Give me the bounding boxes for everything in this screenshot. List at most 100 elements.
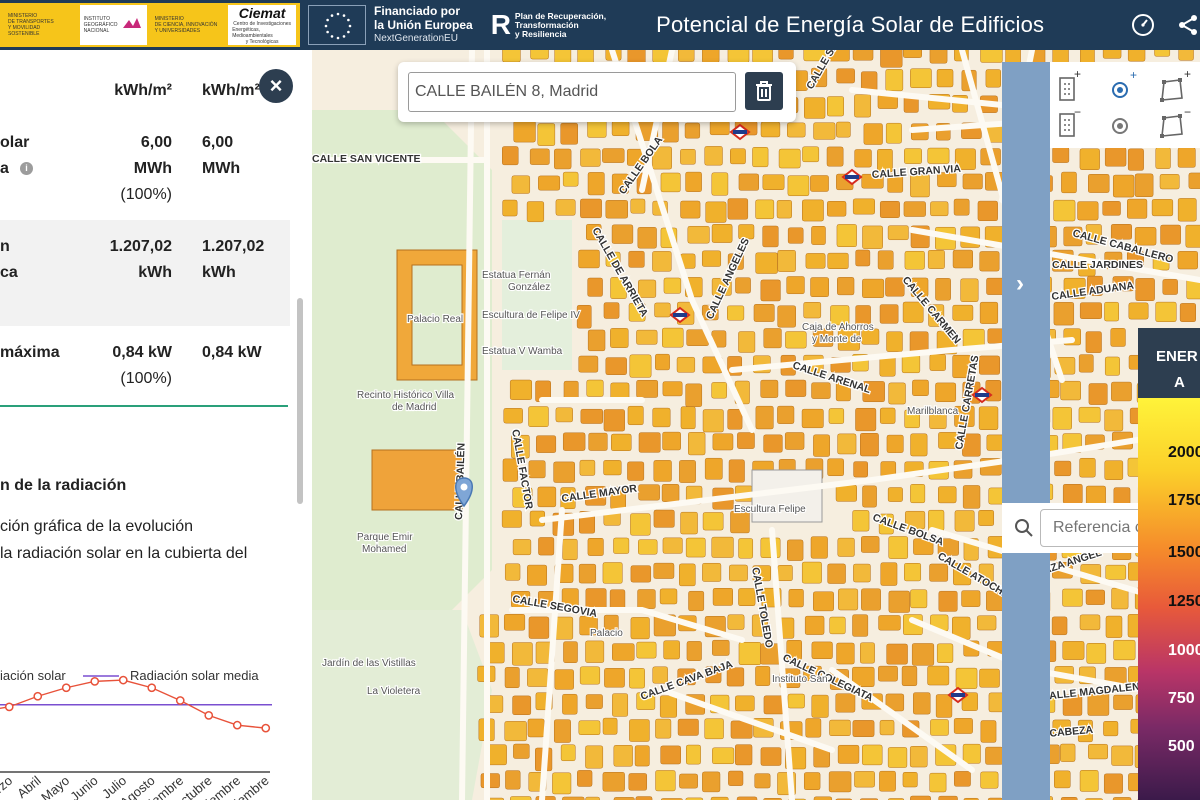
cathedral-building[interactable] [371, 449, 463, 511]
building[interactable] [938, 590, 958, 612]
building[interactable] [1062, 483, 1083, 504]
building[interactable] [778, 148, 801, 169]
building[interactable] [688, 432, 706, 456]
building[interactable] [554, 148, 572, 170]
building[interactable] [637, 227, 657, 249]
building[interactable] [613, 745, 633, 767]
building[interactable] [587, 537, 604, 556]
building[interactable] [777, 305, 796, 328]
building[interactable] [861, 536, 880, 553]
side-panel-toggle[interactable]: › [1002, 62, 1050, 800]
building[interactable] [553, 461, 575, 483]
building[interactable] [978, 510, 995, 526]
address-input[interactable] [408, 72, 736, 112]
building[interactable] [711, 172, 729, 196]
building[interactable] [1104, 356, 1120, 376]
building[interactable] [785, 379, 807, 397]
building[interactable] [910, 795, 931, 800]
building[interactable] [611, 433, 632, 451]
building[interactable] [510, 796, 532, 800]
building[interactable] [903, 201, 926, 217]
building[interactable] [837, 433, 857, 455]
building[interactable] [655, 770, 676, 792]
building[interactable] [653, 509, 675, 528]
building[interactable] [985, 69, 1001, 88]
building[interactable] [655, 718, 672, 739]
building[interactable] [662, 537, 683, 554]
building[interactable] [838, 588, 859, 611]
building[interactable] [760, 747, 782, 766]
building[interactable] [829, 719, 851, 736]
panel-scrollbar[interactable] [297, 298, 303, 504]
building[interactable] [611, 120, 630, 137]
building[interactable] [852, 614, 869, 637]
building[interactable] [727, 50, 750, 63]
building[interactable] [927, 665, 950, 686]
building[interactable] [902, 771, 918, 788]
building[interactable] [813, 591, 834, 612]
building[interactable] [853, 461, 868, 478]
building[interactable] [602, 562, 623, 584]
building[interactable] [1128, 302, 1149, 320]
building[interactable] [1188, 172, 1200, 189]
building[interactable] [1105, 564, 1127, 580]
building[interactable] [613, 537, 630, 554]
building[interactable] [654, 302, 671, 318]
building[interactable] [827, 252, 849, 270]
building[interactable] [852, 198, 875, 215]
building[interactable] [852, 510, 870, 532]
building[interactable] [836, 224, 857, 248]
building[interactable] [586, 379, 604, 397]
building[interactable] [679, 563, 696, 587]
building[interactable] [636, 641, 657, 659]
building[interactable] [1079, 770, 1099, 792]
add-polygon-icon[interactable]: + [1160, 67, 1191, 102]
building[interactable] [686, 744, 701, 765]
building[interactable] [803, 772, 821, 790]
building[interactable] [653, 460, 672, 482]
building[interactable] [729, 564, 748, 582]
building[interactable] [784, 432, 805, 450]
building[interactable] [527, 564, 548, 586]
building[interactable] [979, 668, 1000, 688]
building[interactable] [752, 146, 769, 168]
building[interactable] [763, 434, 783, 453]
building[interactable] [885, 122, 902, 144]
building[interactable] [1054, 460, 1072, 477]
building[interactable] [527, 718, 545, 738]
building[interactable] [862, 225, 883, 249]
building[interactable] [776, 200, 792, 219]
building[interactable] [803, 302, 822, 319]
building[interactable] [504, 667, 520, 689]
map-view[interactable]: CALLE GRAN VIA CALLE ARENAL CALLE MAYOR CAL… [312, 50, 1200, 800]
building[interactable] [630, 565, 652, 583]
building[interactable] [702, 771, 721, 793]
building[interactable] [538, 537, 555, 556]
building[interactable] [836, 68, 855, 84]
building[interactable] [562, 171, 579, 187]
building[interactable] [503, 614, 526, 631]
building[interactable] [1052, 146, 1070, 163]
building[interactable] [660, 745, 681, 765]
map-canvas[interactable]: CALLE GRAN VIACALLE ARENALCALLE MAYORCAL… [312, 50, 1200, 800]
building[interactable] [711, 224, 733, 243]
building[interactable] [811, 694, 829, 718]
building[interactable] [735, 695, 755, 712]
building[interactable] [1104, 409, 1124, 432]
building[interactable] [929, 563, 949, 582]
building[interactable] [1052, 407, 1072, 430]
building[interactable] [977, 200, 998, 222]
building[interactable] [1078, 354, 1094, 373]
building[interactable] [627, 405, 644, 426]
building[interactable] [727, 198, 749, 220]
building[interactable] [611, 224, 634, 244]
building[interactable] [929, 354, 946, 371]
building[interactable] [835, 693, 856, 713]
building[interactable] [855, 249, 871, 267]
building[interactable] [935, 278, 951, 301]
building[interactable] [829, 616, 846, 635]
building[interactable] [686, 641, 702, 661]
building[interactable] [785, 331, 807, 349]
building[interactable] [702, 50, 720, 64]
building[interactable] [953, 771, 971, 787]
